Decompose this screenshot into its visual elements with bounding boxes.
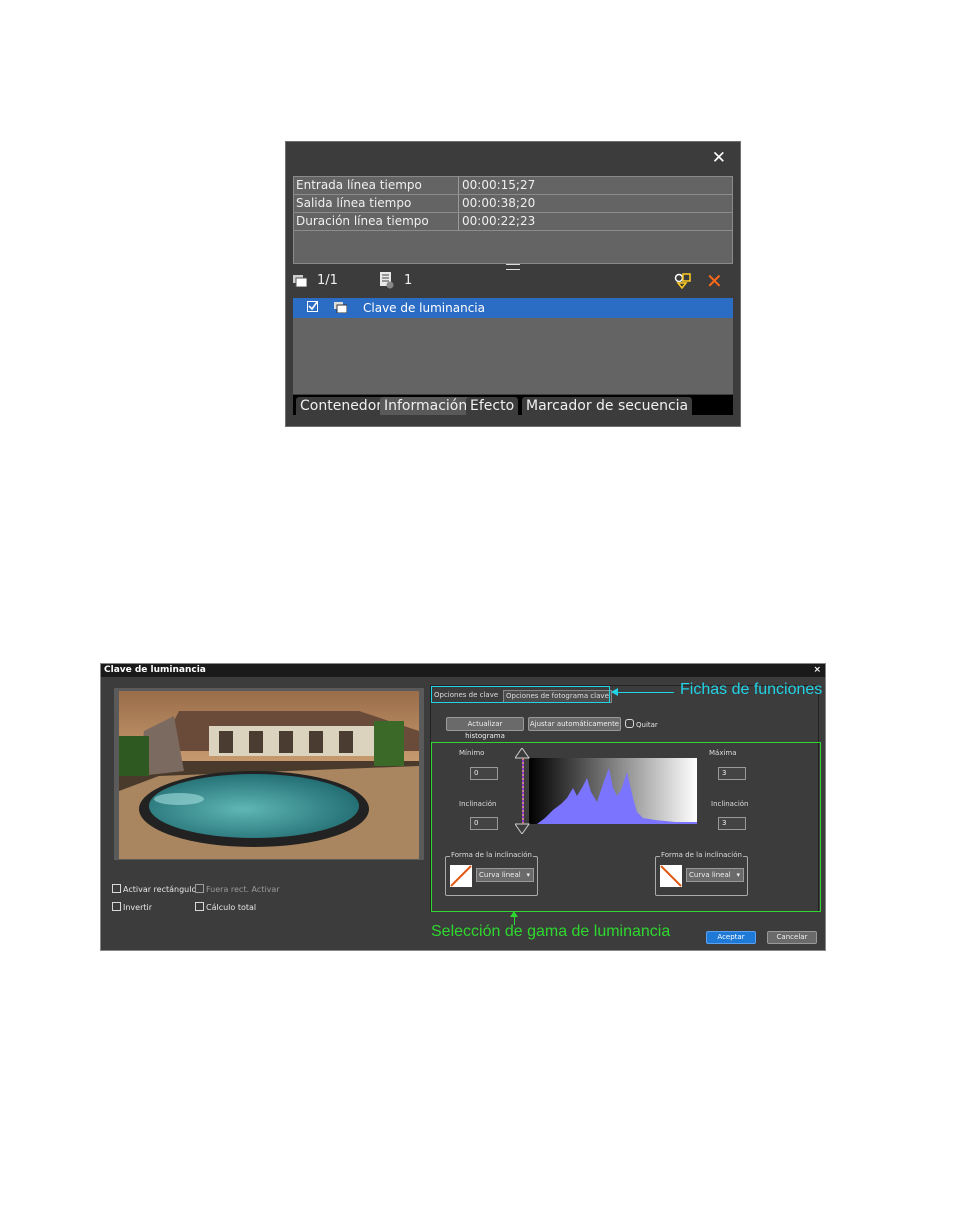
total-calc-checkbox[interactable]: Cálculo total [195, 902, 256, 913]
info-panel: ✕ Entrada línea tiempo 00:00:15;27 Salid… [285, 141, 741, 427]
table-row: Salida línea tiempo 00:00:38;20 [294, 195, 732, 213]
row-value: 00:00:15;27 [462, 178, 536, 192]
row-value: 00:00:22;23 [462, 214, 536, 228]
panel-tabs: Contenedor Información Efecto Marcador d… [293, 395, 733, 415]
checkbox-label: Fuera rect. Activar [206, 885, 280, 894]
tabs-annotation: Fichas de funciones [680, 681, 823, 698]
layers-icon [293, 275, 307, 287]
close-icon[interactable]: × [813, 664, 821, 677]
callout-line [612, 692, 674, 693]
checkbox-label: Activar rectángulo [123, 885, 197, 894]
outside-rect-checkbox[interactable]: Fuera rect. Activar [195, 884, 280, 895]
resize-grip[interactable] [506, 264, 520, 270]
arrow-left-icon [611, 688, 618, 696]
effect-toolbar: 1/1 1 ✕ [293, 271, 733, 293]
quitar-checkbox[interactable]: Quitar [625, 719, 658, 730]
delete-icon[interactable]: ✕ [706, 271, 723, 291]
auto-adjust-button[interactable]: Ajustar automáticamente [528, 717, 621, 731]
arrow-up-icon [510, 911, 518, 917]
dialog-title: Clave de luminancia [104, 665, 206, 675]
activate-rect-checkbox[interactable]: Activar rectángulo [112, 884, 196, 895]
effect-checkbox[interactable] [307, 301, 318, 312]
filter-count: 1 [404, 273, 413, 288]
effect-list: Clave de luminancia [293, 298, 733, 394]
tab-marcador[interactable]: Marcador de secuencia [522, 397, 693, 415]
checkbox-label: Quitar [636, 721, 658, 729]
filter-list-icon [380, 272, 394, 289]
accept-button[interactable]: Aceptar [706, 931, 756, 944]
list-item[interactable]: Clave de luminancia [293, 298, 733, 318]
range-highlight [431, 742, 821, 912]
checkbox-box [195, 902, 204, 911]
effect-settings-icon[interactable] [674, 273, 692, 289]
row-key: Entrada línea tiempo [296, 177, 459, 194]
row-key: Duración línea tiempo [296, 213, 459, 230]
table-row: Duración línea tiempo 00:00:22;23 [294, 213, 732, 231]
tab-informacion[interactable]: Información [380, 397, 472, 415]
checkbox-box [112, 902, 121, 911]
tabs-highlight [431, 686, 610, 703]
row-value: 00:00:38;20 [462, 196, 536, 210]
checkbox-box [195, 884, 204, 893]
checkbox-box [112, 884, 121, 893]
range-annotation: Selección de gama de luminancia [431, 923, 671, 940]
row-key: Salida línea tiempo [296, 195, 459, 212]
table-row: Entrada línea tiempo 00:00:15;27 [294, 177, 732, 195]
cancel-button[interactable]: Cancelar [767, 931, 817, 944]
pool-preview-image [119, 691, 419, 859]
info-table: Entrada línea tiempo 00:00:15;27 Salida … [293, 176, 733, 264]
layer-count: 1/1 [317, 273, 338, 288]
close-icon[interactable]: ✕ [712, 148, 726, 168]
update-histogram-button[interactable]: Actualizar histograma [446, 717, 524, 740]
checkbox-box [625, 719, 634, 728]
checkbox-label: Invertir [123, 903, 153, 912]
layers-icon [334, 302, 347, 313]
tab-contenedor[interactable]: Contenedor [296, 397, 387, 415]
invert-checkbox[interactable]: Invertir [112, 902, 152, 913]
dialog-titlebar: Clave de luminancia × [101, 664, 825, 677]
preview-frame [114, 688, 424, 860]
tab-efecto[interactable]: Efecto [466, 397, 519, 415]
effect-label: Clave de luminancia [363, 301, 485, 315]
checkbox-label: Cálculo total [206, 903, 257, 912]
